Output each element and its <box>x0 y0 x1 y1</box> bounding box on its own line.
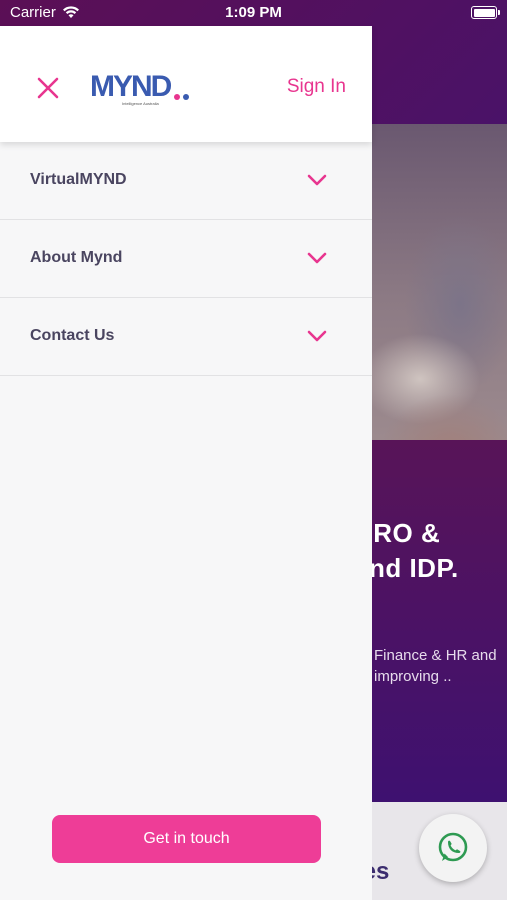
close-button[interactable] <box>34 74 62 102</box>
clock: 1:09 PM <box>225 4 282 21</box>
logo-tagline: Intelligence Australia <box>122 101 159 106</box>
whatsapp-icon <box>438 832 468 862</box>
status-bar: Carrier 1:09 PM <box>0 0 507 26</box>
chevron-down-icon <box>307 330 327 342</box>
logo-text: MYND <box>90 70 172 103</box>
menu-item-label: About Mynd <box>30 249 123 266</box>
menu-item-label: Contact Us <box>30 327 115 344</box>
get-in-touch-button[interactable]: Get in touch <box>52 815 321 863</box>
logo-dot-blue <box>183 94 189 100</box>
menu-item-contact-us[interactable]: Contact Us <box>0 298 372 376</box>
sign-in-link[interactable]: Sign In <box>287 76 346 98</box>
battery-icon <box>471 6 500 19</box>
menu-item-virtualmynd[interactable]: VirtualMYND <box>0 142 372 220</box>
chevron-down-icon <box>307 252 327 264</box>
menu-item-label: VirtualMYND <box>30 171 127 188</box>
navigation-drawer: MYND Intelligence Australia Sign In Virt… <box>0 26 372 900</box>
logo-dot-pink <box>174 94 180 100</box>
chevron-down-icon <box>307 174 327 186</box>
mynd-logo[interactable]: MYND Intelligence Australia <box>90 72 190 106</box>
hero-description: Finance & HR and improving .. <box>374 647 497 685</box>
drawer-header: MYND Intelligence Australia Sign In <box>0 26 372 142</box>
whatsapp-button[interactable] <box>419 814 487 882</box>
drawer-menu: VirtualMYND About Mynd Contact Us <box>0 142 372 376</box>
menu-item-about-mynd[interactable]: About Mynd <box>0 220 372 298</box>
close-icon <box>37 77 59 99</box>
